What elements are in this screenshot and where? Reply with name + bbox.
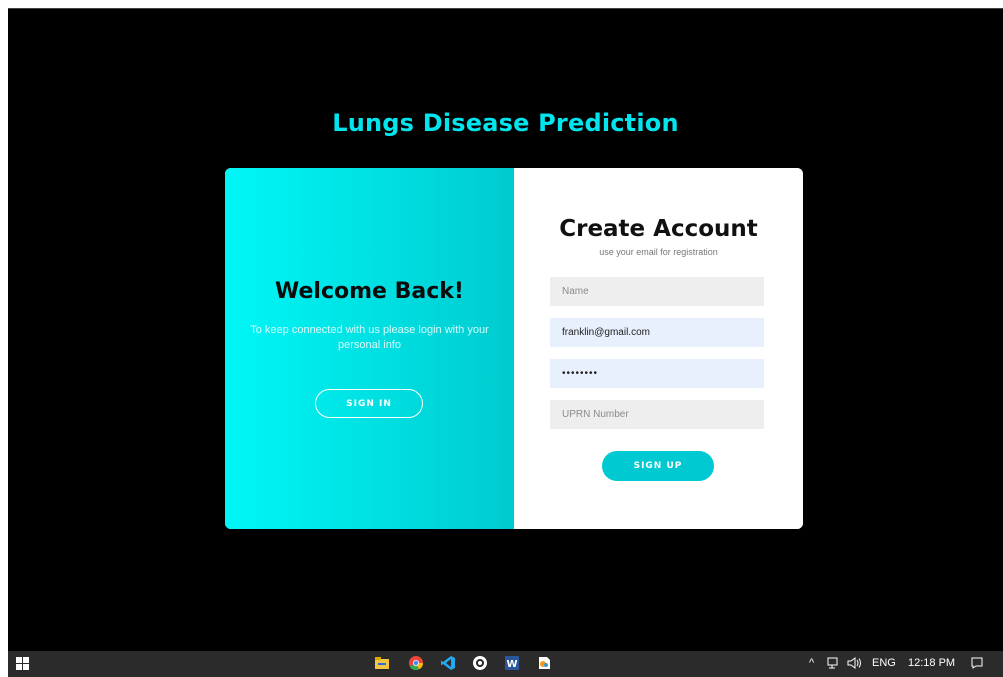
clock[interactable]: 12:18 PM [908,657,955,669]
word-icon[interactable]: W [504,655,520,671]
auth-container: Welcome Back! To keep connected with us … [225,168,803,529]
system-tray: ^ ENG 12:18 PM [803,651,1003,677]
svg-text:W: W [506,659,517,670]
form-title: Create Account [559,216,758,242]
windows-start-icon[interactable] [16,657,30,671]
page-title: Lungs Disease Prediction [332,109,679,137]
sign-up-form: Create Account use your email for regist… [514,168,803,529]
app-window: Lungs Disease Prediction Welcome Back! T… [8,8,1003,652]
tray-chevron-icon[interactable]: ^ [809,657,814,669]
notification-icon[interactable] [971,657,983,672]
uprn-input[interactable] [550,400,764,429]
name-input[interactable] [550,277,764,306]
file-explorer-icon[interactable] [374,655,390,671]
password-input[interactable] [550,359,764,388]
obs-icon[interactable] [472,655,488,671]
taskbar: W ^ ENG 12:18 PM [8,651,1003,677]
overlay-panel: Welcome Back! To keep connected with us … [225,168,514,529]
email-input[interactable] [550,318,764,347]
chrome-icon[interactable] [408,655,424,671]
sign-in-button[interactable]: SIGN IN [315,389,423,418]
welcome-text: To keep connected with us please login w… [250,324,489,351]
paint-icon[interactable] [536,655,552,671]
form-subtitle: use your email for registration [599,247,718,257]
vscode-icon[interactable] [440,655,456,671]
welcome-title: Welcome Back! [275,279,464,304]
network-icon[interactable] [827,657,841,672]
volume-icon[interactable] [847,657,863,672]
language-indicator[interactable]: ENG [872,657,896,669]
sign-up-button[interactable]: SIGN UP [602,451,714,481]
